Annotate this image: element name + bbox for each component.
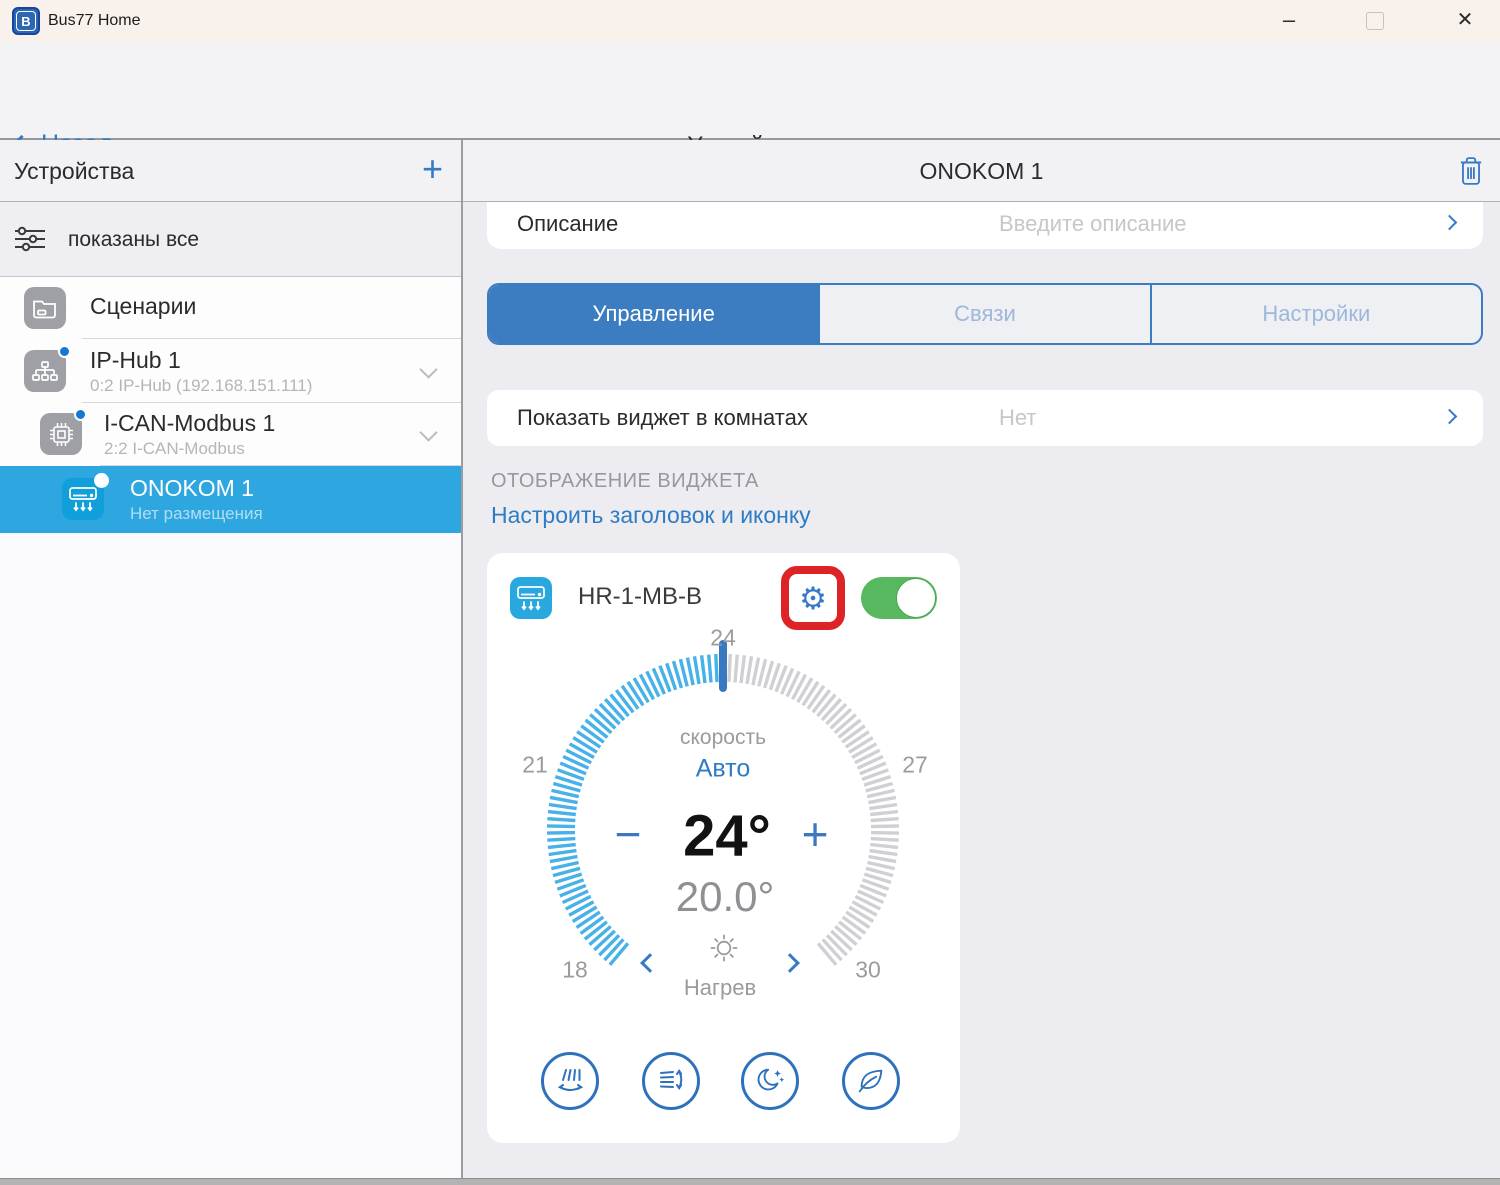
status-badge xyxy=(74,408,87,421)
close-button[interactable]: ✕ xyxy=(1448,0,1482,42)
ac-unit-icon xyxy=(62,473,109,520)
app-logo-icon: B xyxy=(12,7,40,35)
hub-icon xyxy=(24,345,71,392)
chevron-down-icon[interactable] xyxy=(419,360,438,379)
show-widget-row[interactable]: Показать виджет в комнатах Нет xyxy=(487,390,1483,446)
filter-row[interactable]: показаны все xyxy=(0,202,461,277)
tab-control[interactable]: Управление xyxy=(489,285,819,343)
widget-preview-card: HR-1-MB-B ⚙ 24 21 27 18 30 скорость Авто… xyxy=(487,553,960,1143)
device-title: ONOKOM 1 xyxy=(919,158,1044,184)
maximize-button[interactable] xyxy=(1366,12,1384,30)
swing-vertical-button[interactable] xyxy=(642,1052,700,1110)
widget-name: HR-1-MB-B xyxy=(578,583,702,610)
show-widget-value: Нет xyxy=(999,405,1037,430)
sidebar-item-label: Сценарии xyxy=(90,293,197,319)
add-device-button[interactable]: + xyxy=(422,140,443,198)
speed-value[interactable]: Авто xyxy=(696,755,750,784)
setpoint-temperature: 24° xyxy=(683,803,771,869)
window-titlebar: B Bus77 Home – ✕ xyxy=(0,0,1500,42)
sun-mode-icon xyxy=(710,934,738,962)
sidebar-item-subtitle: 2:2 I-CAN-Modbus xyxy=(104,439,245,458)
devices-sidebar: Устройства + показаны все Сценарии IP-Hu… xyxy=(0,140,461,1178)
sidebar-title: Устройства xyxy=(14,158,135,184)
sidebar-item-subtitle: Нет размещения xyxy=(130,504,263,523)
dial-left-tick-label: 21 xyxy=(522,751,548,778)
night-mode-button[interactable] xyxy=(741,1052,799,1110)
status-badge xyxy=(94,473,109,488)
sidebar-item-subtitle: 0:2 IP-Hub (192.168.151.111) xyxy=(90,376,313,395)
section-title: ОТОБРАЖЕНИЕ ВИДЖЕТА xyxy=(491,470,759,492)
device-panel: ONOKOM 1 Описание Введите описание Управ… xyxy=(463,140,1500,1178)
sidebar-item-label: IP-Hub 1 xyxy=(90,347,181,373)
chevron-down-icon[interactable] xyxy=(419,423,438,442)
status-badge xyxy=(58,345,71,358)
dial-top-tick-label: 24 xyxy=(710,624,736,651)
delete-device-icon[interactable] xyxy=(1458,156,1484,186)
chevron-right-icon xyxy=(1441,408,1458,425)
leaf-icon xyxy=(858,1069,883,1093)
speed-label: скорость xyxy=(679,726,767,749)
description-placeholder: Введите описание xyxy=(999,211,1187,236)
moon-icon xyxy=(757,1068,785,1091)
minimize-button[interactable]: – xyxy=(1272,0,1306,42)
mode-label: Нагрев xyxy=(683,975,757,1000)
configure-title-icon-link[interactable]: Настроить заголовок и иконку xyxy=(491,502,811,529)
description-row[interactable]: Описание Введите описание xyxy=(487,202,1483,249)
folder-icon xyxy=(24,287,66,329)
filter-sliders-icon xyxy=(15,226,45,252)
sidebar-item-onokom[interactable]: ONOKOM 1 Нет размещения xyxy=(0,466,461,533)
show-widget-label: Показать виджет в комнатах xyxy=(517,405,808,430)
swing-vertical-icon xyxy=(660,1068,683,1091)
eco-mode-button[interactable] xyxy=(842,1052,900,1110)
chip-icon xyxy=(40,408,87,455)
panel-header: ONOKOM 1 xyxy=(463,140,1500,202)
window-title: Bus77 Home xyxy=(48,12,141,29)
description-label: Описание xyxy=(517,211,619,236)
dial-min-tick-label: 18 xyxy=(562,956,588,983)
dial-right-tick-label: 27 xyxy=(902,751,928,778)
temp-plus-button[interactable]: + xyxy=(802,807,829,861)
sidebar-item-label: ONOKOM 1 xyxy=(130,475,254,501)
sidebar-item-ican-modbus[interactable]: I-CAN-Modbus 1 2:2 I-CAN-Modbus xyxy=(0,403,461,466)
tab-settings[interactable]: Настройки xyxy=(1149,285,1481,343)
tab-links[interactable]: Связи xyxy=(818,285,1149,343)
temp-minus-button[interactable]: − xyxy=(615,807,642,861)
dial-max-tick-label: 30 xyxy=(855,956,881,983)
sidebar-item-label: I-CAN-Modbus 1 xyxy=(104,410,276,436)
swing-horizontal-icon xyxy=(557,1069,584,1091)
current-temperature: 20.0° xyxy=(675,873,775,920)
sidebar-item-ip-hub[interactable]: IP-Hub 1 0:2 IP-Hub (192.168.151.111) xyxy=(0,339,461,403)
swing-horizontal-button[interactable] xyxy=(541,1052,599,1110)
chevron-right-icon xyxy=(1441,214,1458,231)
nav-header: Назад Устройства xyxy=(0,42,1500,159)
filter-label: показаны все xyxy=(68,228,200,251)
sidebar-item-scenarios[interactable]: Сценарии xyxy=(0,277,461,339)
tab-bar: Управление Связи Настройки xyxy=(487,283,1483,345)
sidebar-header: Устройства + xyxy=(0,140,461,202)
bottom-scrollbar-strip[interactable] xyxy=(0,1178,1500,1185)
